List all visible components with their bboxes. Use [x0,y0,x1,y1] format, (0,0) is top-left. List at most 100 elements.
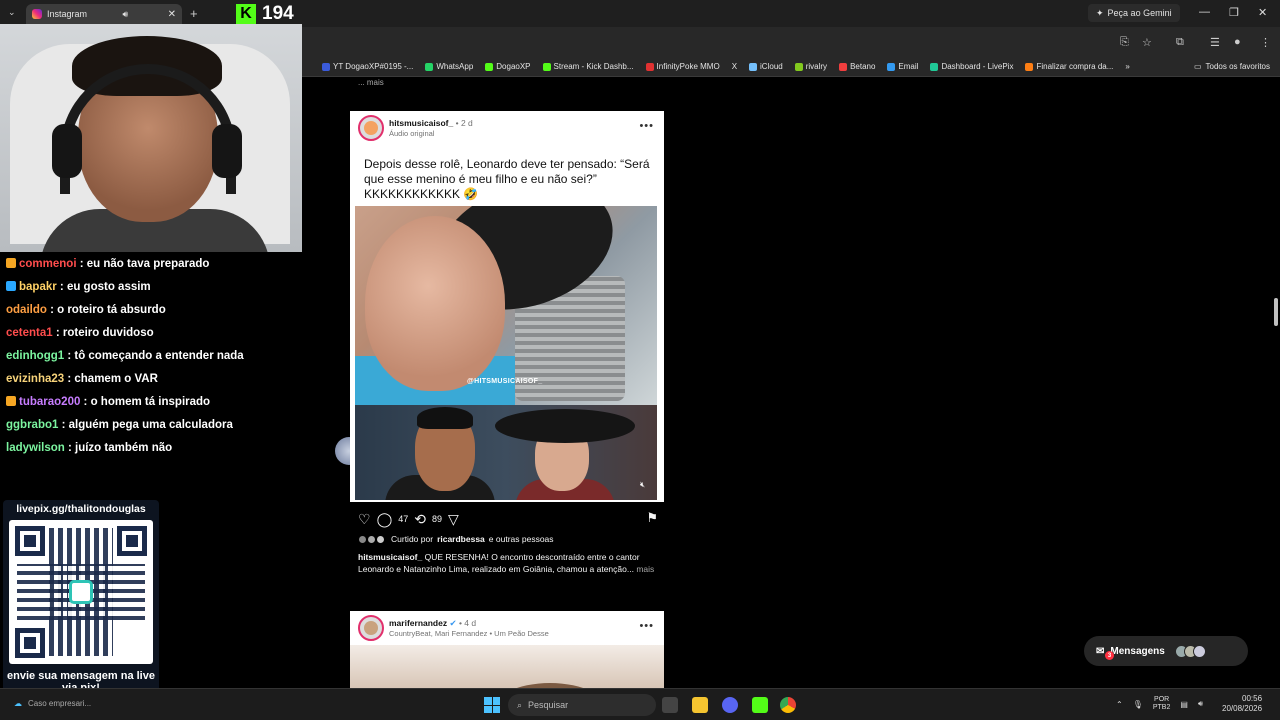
close-tab-icon[interactable]: ✕ [168,9,176,20]
bookmark-item[interactable]: Email [887,62,918,71]
start-button[interactable] [484,697,500,713]
bookmark-label: rivalry [805,62,828,71]
post-header: marifernandez ✔ • 4 d CountryBeat, Mari … [350,611,664,645]
bookmark-favicon-icon [887,62,896,71]
post-audio[interactable]: CountryBeat, Mari Fernandez • Um Peão De… [389,629,549,638]
scrollbar[interactable] [1274,298,1278,326]
clock-time: 00:56 [1242,694,1263,703]
maximize-button[interactable]: ❐ [1229,6,1239,19]
bookmark-label: WhatsApp [436,62,474,71]
more-options-icon[interactable]: ••• [639,620,654,632]
comment-icon[interactable]: ◯ [377,511,393,528]
crown-badge-icon [6,258,16,268]
chat-text: : o roteiro tá absurdo [46,304,166,316]
discord-icon[interactable] [722,697,738,713]
microphone-icon[interactable]: 🎙︎ [1133,700,1143,709]
qr-code-icon [9,520,153,664]
video-watermark: @HITSMUSICAISOF_ [467,378,543,385]
post-header: hitsmusicaisof_ • 2 d Áudio original ••• [350,111,664,145]
avatar [376,534,385,544]
bookmark-star-icon[interactable]: ☆ [1142,36,1152,49]
avatar[interactable] [358,615,384,641]
save-icon[interactable]: ⚑ [646,510,658,526]
bookmark-item[interactable]: X [732,62,737,71]
bookmark-item[interactable]: rivalry [794,62,828,71]
widgets-button[interactable]: ☁ Caso empresari... [14,699,91,708]
new-tab-button[interactable]: + [190,6,198,21]
messages-button[interactable]: ✉ 3 Mensagens [1084,636,1248,666]
post-audio[interactable]: Áudio original [389,129,434,138]
chat-text: : alguém pega uma calculadora [58,419,233,431]
bookmark-item[interactable]: DogaoXP [485,62,531,71]
profile-avatar-icon[interactable]: ● [1234,36,1241,48]
liked-by-user[interactable]: ricardbessa [437,534,485,544]
tab-search-icon[interactable]: ⌄ [8,7,16,18]
bookmark-item[interactable]: InfinityPoke MMO [645,62,720,71]
post-media[interactable] [350,645,664,688]
bookmark-item[interactable]: iCloud [749,62,783,71]
post-caption: hitsmusicaisof_ QUE RESENHA! O encontro … [358,551,658,575]
post-actions: ♡ ◯ 47 ⟲ 89 ▽ ⚑ [358,509,658,529]
bookmark-item[interactable]: Finalizar compra da... [1025,62,1113,71]
caption-more-link[interactable]: mais [634,564,654,574]
kick-app-icon[interactable] [752,697,768,713]
cast-icon[interactable]: ⎘ [1120,36,1129,49]
reel-video[interactable]: @HITSMUSICAISOF_ 🔇︎ [355,206,657,500]
more-bookmarks-icon[interactable]: » [1125,62,1129,71]
avatar [367,534,376,544]
bookmark-label: YT DogaoXP#0195 -... [333,62,414,71]
post-username[interactable]: marifernandez ✔ • 4 d [389,618,476,629]
instagram-icon [32,9,42,19]
chat-username: ladywilson [6,442,65,454]
taskbar-search[interactable]: ⌕ Pesquisar [508,694,656,716]
caption-username[interactable]: hitsmusicaisof_ [358,552,422,562]
reading-list-icon[interactable]: ☰ [1210,36,1220,49]
bookmark-item[interactable]: YT DogaoXP#0195 -... [322,62,413,71]
menu-icon[interactable]: ⋮ [1260,36,1271,49]
bookmark-item[interactable]: WhatsApp [425,62,473,71]
system-tray: ⌃ 🎙︎ POR PTB2 ▤ 🔊︎ [1116,696,1203,712]
chat-text: : chamem o VAR [64,373,158,385]
bookmark-label: Stream - Kick Dashb... [553,62,634,71]
mute-icon[interactable]: 🔇︎ [640,480,645,490]
chat-message: ggbrabo1 : alguém pega uma calculadora [6,419,233,431]
like-icon[interactable]: ♡ [358,511,371,528]
chat-message: ladywilson : juízo também não [6,442,172,454]
tab-instagram[interactable]: Instagram 🔊︎ ✕ [26,4,182,24]
all-bookmarks-label: Todos os favoritos [1205,62,1270,71]
speaker-icon[interactable]: 🔊︎ [122,9,128,20]
previous-post-more[interactable]: ... mais [358,78,384,87]
taskbar-clock[interactable]: 00:56 20/08/2026 [1222,694,1262,714]
bookmark-label: DogaoXP [496,62,531,71]
video-frame-bottom: 🔇︎ [355,405,657,500]
liked-by-suffix[interactable]: e outras pessoas [489,534,554,544]
chrome-icon[interactable] [780,697,796,713]
tray-chevron-icon[interactable]: ⌃ [1116,700,1123,709]
webcam-overlay [0,24,302,252]
extensions-icon[interactable]: ⧉ [1176,36,1184,49]
viewer-count: 194 [262,3,294,24]
more-options-icon[interactable]: ••• [639,120,654,132]
language-indicator[interactable]: POR PTB2 [1153,696,1171,712]
bookmark-item[interactable]: Dashboard - LivePix [930,62,1013,71]
bookmark-item[interactable]: Betano [839,62,875,71]
share-icon[interactable]: ▽ [448,511,459,528]
task-view-icon[interactable] [662,697,678,713]
bookmark-item[interactable]: Stream - Kick Dashb... [542,62,634,71]
folder-icon: ▭ [1193,62,1202,71]
avatar[interactable] [358,115,384,141]
chat-message: evizinha23 : chamem o VAR [6,373,158,385]
repost-icon[interactable]: ⟲ [414,511,426,528]
post-username[interactable]: hitsmusicaisof_ • 2 d [389,118,473,128]
minimize-button[interactable]: — [1199,6,1210,18]
ask-gemini-button[interactable]: ✦ Peça ao Gemini [1088,4,1180,22]
bookmark-favicon-icon [930,62,939,71]
all-bookmarks-folder[interactable]: ▭ Todos os favoritos [1194,62,1270,71]
close-window-button[interactable]: ✕ [1258,6,1267,19]
meme-text: Depois desse rolê, Leonardo deve ter pen… [364,157,650,201]
bookmark-label: X [731,62,738,71]
search-placeholder: Pesquisar [528,700,569,710]
network-icon[interactable]: ▤ [1180,700,1188,709]
volume-icon[interactable]: 🔊︎ [1198,699,1203,709]
file-explorer-icon[interactable] [692,697,708,713]
